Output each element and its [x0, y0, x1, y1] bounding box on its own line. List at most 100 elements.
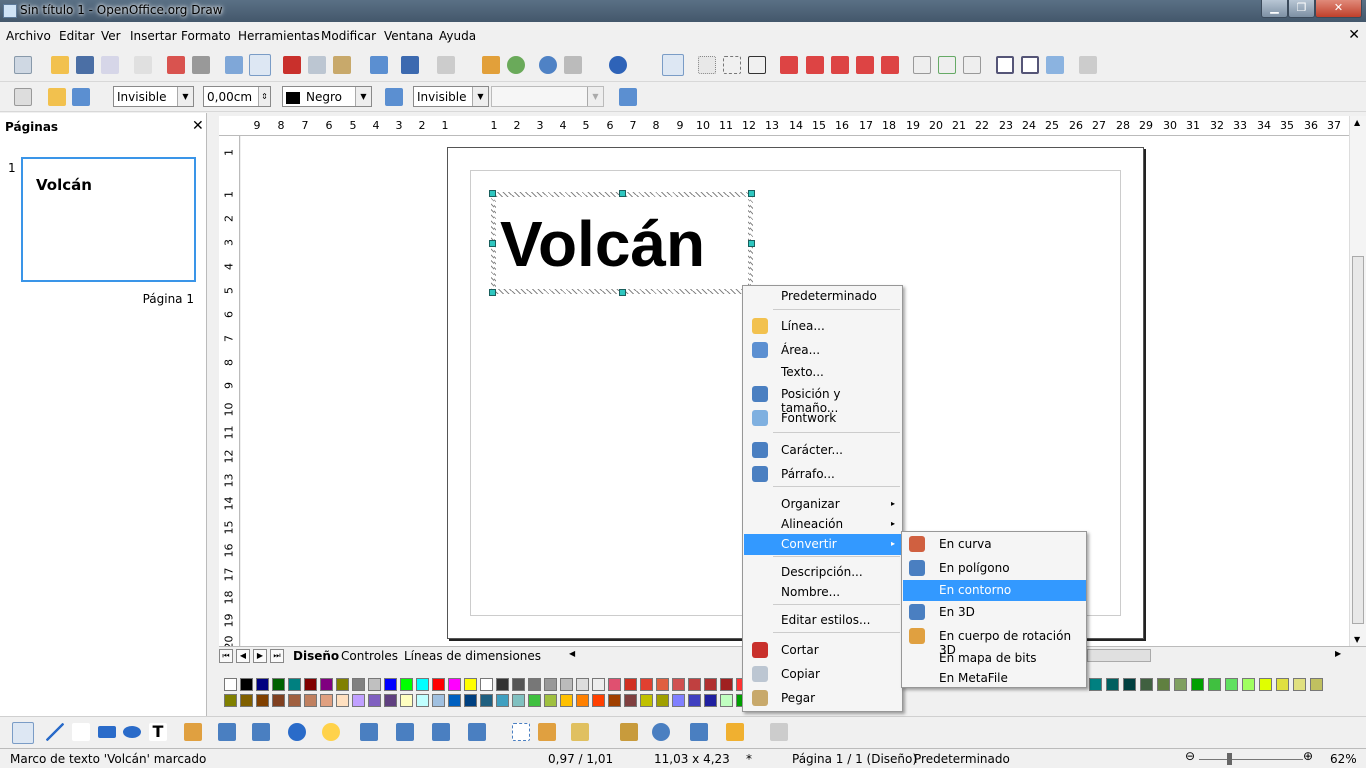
color-swatch[interactable]: [560, 678, 573, 691]
color-swatch[interactable]: [352, 694, 365, 707]
context-menu-item[interactable]: Copiar: [744, 664, 901, 685]
color-swatch[interactable]: [704, 678, 717, 691]
menu-ver[interactable]: Ver: [101, 29, 121, 43]
tab-lineas-dimensiones[interactable]: Líneas de dimensiones: [404, 649, 541, 663]
fontwork-text-icon[interactable]: [938, 56, 956, 74]
snap-frame-icon[interactable]: [806, 56, 824, 74]
arrange-icon[interactable]: [726, 723, 744, 741]
text-tool-icon[interactable]: T: [149, 723, 167, 741]
close-icon[interactable]: ✕: [192, 118, 204, 134]
stars-icon[interactable]: [468, 723, 486, 741]
color-swatch[interactable]: [448, 694, 461, 707]
color-swatch[interactable]: [720, 678, 733, 691]
color-swatch[interactable]: [320, 694, 333, 707]
maximize-button[interactable]: ❐: [1288, 0, 1315, 18]
tab-diseno[interactable]: Diseño: [293, 649, 339, 663]
context-menu-item[interactable]: Cortar: [744, 640, 901, 661]
line-width-field[interactable]: 0,00cm ⇕: [203, 86, 271, 107]
points-icon[interactable]: [512, 723, 530, 741]
rotate-icon[interactable]: [1021, 56, 1039, 74]
color-swatch[interactable]: [320, 678, 333, 691]
color-swatch[interactable]: [544, 678, 557, 691]
submenu-item[interactable]: En MetaFile: [903, 668, 1086, 689]
color-swatch[interactable]: [1191, 678, 1204, 691]
glue-points-icon[interactable]: [538, 723, 556, 741]
color-swatch[interactable]: [256, 678, 269, 691]
area-icon[interactable]: [385, 88, 403, 106]
zoom-in-icon[interactable]: ⊕: [1303, 749, 1313, 763]
snap-lines-icon[interactable]: [723, 56, 741, 74]
color-swatch[interactable]: [336, 694, 349, 707]
color-swatch[interactable]: [272, 694, 285, 707]
color-swatch[interactable]: [224, 694, 237, 707]
color-swatch[interactable]: [1106, 678, 1119, 691]
toolbar-extra-icon[interactable]: [1079, 56, 1097, 74]
color-swatch[interactable]: [640, 678, 653, 691]
color-swatch[interactable]: [400, 678, 413, 691]
menu-archivo[interactable]: Archivo: [6, 29, 51, 43]
context-menu-item[interactable]: Párrafo...: [744, 464, 901, 485]
page-thumbnail[interactable]: Volcán: [21, 157, 196, 282]
color-swatch[interactable]: [416, 678, 429, 691]
resize-handle[interactable]: [619, 190, 626, 197]
crop-icon[interactable]: [748, 56, 766, 74]
color-swatch[interactable]: [672, 678, 685, 691]
snap-object-icon[interactable]: [856, 56, 874, 74]
email-icon[interactable]: [101, 56, 119, 74]
color-swatch[interactable]: [624, 694, 637, 707]
color-swatch[interactable]: [1140, 678, 1153, 691]
open-icon[interactable]: [51, 56, 69, 74]
scroll-right-icon[interactable]: ▶: [1335, 649, 1341, 658]
zoom-icon[interactable]: [564, 56, 582, 74]
scroll-up-icon[interactable]: ▲: [1354, 118, 1360, 127]
snap-points-icon[interactable]: [780, 56, 798, 74]
color-swatch[interactable]: [368, 694, 381, 707]
color-swatch[interactable]: [336, 678, 349, 691]
chart-icon[interactable]: [482, 56, 500, 74]
print-icon[interactable]: [192, 56, 210, 74]
align-icon[interactable]: [690, 723, 708, 741]
extrusion-icon[interactable]: [770, 723, 788, 741]
styles-icon[interactable]: [14, 88, 32, 106]
symbol-shapes-icon[interactable]: [322, 723, 340, 741]
menu-ayuda[interactable]: Ayuda: [439, 29, 476, 43]
color-swatch[interactable]: [384, 678, 397, 691]
chevron-down-icon[interactable]: ▼: [355, 87, 371, 106]
color-swatch[interactable]: [528, 678, 541, 691]
menu-formato[interactable]: Formato: [181, 29, 231, 43]
text-icon[interactable]: [913, 56, 931, 74]
panel-splitter[interactable]: [207, 113, 216, 746]
cut-icon[interactable]: [283, 56, 301, 74]
color-swatch[interactable]: [688, 678, 701, 691]
horizontal-scroll-thumb[interactable]: [1087, 649, 1151, 662]
copy-icon[interactable]: [308, 56, 326, 74]
shadow-icon[interactable]: [619, 88, 637, 106]
curve-icon[interactable]: [184, 723, 202, 741]
line-style-select[interactable]: Invisible ▼: [113, 86, 194, 107]
color-swatch[interactable]: [576, 694, 589, 707]
context-menu-item[interactable]: Convertir ▸: [744, 534, 901, 555]
color-swatch[interactable]: [512, 694, 525, 707]
color-swatch[interactable]: [224, 678, 237, 691]
color-swatch[interactable]: [432, 694, 445, 707]
context-menu-item[interactable]: Nombre...: [744, 582, 901, 603]
edit-file-icon[interactable]: [134, 56, 152, 74]
snap-border-icon[interactable]: [831, 56, 849, 74]
snap-object-points-icon[interactable]: [881, 56, 899, 74]
spreadsheet-icon[interactable]: [507, 56, 525, 74]
color-swatch[interactable]: [240, 678, 253, 691]
color-swatch[interactable]: [368, 678, 381, 691]
effects-icon[interactable]: [652, 723, 670, 741]
context-menu-item[interactable]: Texto...: [744, 362, 901, 383]
context-menu-item[interactable]: Área...: [744, 340, 901, 361]
context-menu-item[interactable]: Fontwork: [744, 408, 901, 429]
brush-icon[interactable]: [1046, 56, 1064, 74]
ellipse-icon[interactable]: [123, 726, 141, 738]
tab-controles[interactable]: Controles: [341, 649, 398, 663]
color-swatch[interactable]: [592, 694, 605, 707]
color-swatch[interactable]: [256, 694, 269, 707]
color-swatch[interactable]: [304, 678, 317, 691]
color-swatch[interactable]: [624, 678, 637, 691]
submenu-item[interactable]: En contorno: [903, 580, 1086, 601]
color-swatch[interactable]: [432, 678, 445, 691]
